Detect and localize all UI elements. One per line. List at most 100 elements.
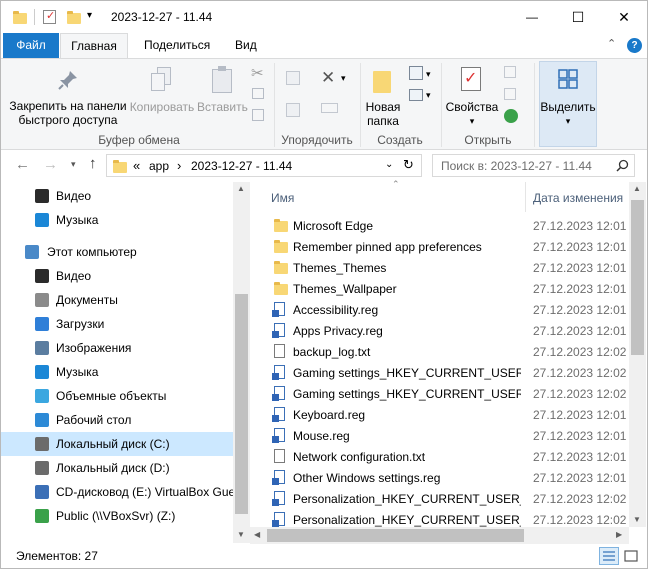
file-scroll-thumb[interactable] [631,200,644,355]
open-icon[interactable] [504,66,516,78]
easy-access-icon[interactable] [409,89,423,101]
maximize-button[interactable]: ☐ [555,1,601,33]
navigation-pane: Видео Музыка Этот компьютер Видео Документы З… [1,182,250,543]
file-row[interactable]: Gaming settings_HKEY_CURRENT_USER_... 27.… [263,362,629,383]
column-date[interactable]: Дата изменения [533,191,623,205]
details-view-button[interactable] [599,547,619,565]
file-row[interactable]: Remember pinned app preferences 27.12.202… [263,236,629,257]
collapse-ribbon-icon[interactable]: ⌃ [607,37,616,50]
copy-button[interactable]: Копировать [128,100,196,114]
file-vertical-scrollbar[interactable]: ▲ ▼ [629,182,646,527]
file-name: Network configuration.txt [293,450,426,464]
address-dropdown-icon[interactable]: ⌄ [385,159,393,170]
sidebar-item-label: Локальный диск (C:) [56,437,170,451]
folder-icon [274,219,288,232]
file-row[interactable]: Personalization_HKEY_CURRENT_USER_S... 27… [263,488,629,509]
divider [34,9,35,25]
breadcrumb-app[interactable]: app [149,159,169,173]
file-row[interactable]: Apps Privacy.reg 27.12.2023 12:01 [263,320,629,341]
sidebar-item[interactable]: Загрузки [1,312,233,336]
search-input[interactable]: Поиск в: 2023-12-27 - 11.44 [432,154,635,177]
minimize-button[interactable]: — [509,1,555,33]
sidebar-item-label: Видео [56,189,92,203]
new-item-icon[interactable] [409,66,423,80]
sidebar-item[interactable]: Документы [1,288,233,312]
address-bar[interactable]: « app › 2023-12-27 - 11.44 ⌄ ↻ [106,154,422,177]
sidebar-item[interactable]: Этот компьютер [1,240,233,264]
edit-icon[interactable] [504,88,516,100]
file-row[interactable]: Keyboard.reg 27.12.2023 12:01 [263,404,629,425]
chevron-down-icon[interactable]: ▾ [87,10,92,21]
new-folder-icon [373,71,391,93]
easy-access-dropdown-icon[interactable]: ▾ [426,90,431,101]
sidebar-item[interactable]: Видео [1,264,233,288]
large-icons-view-button[interactable] [623,548,639,564]
file-row[interactable]: Microsoft Edge 27.12.2023 12:01 [263,215,629,236]
copy-path-icon[interactable] [252,88,264,99]
scroll-left-icon[interactable]: ◀ [254,530,260,539]
file-horizontal-scrollbar[interactable]: ◀ ▶ [250,527,629,544]
sidebar-item[interactable]: Музыка [1,360,233,384]
sidebar-item[interactable]: Изображения [1,336,233,360]
breadcrumb-overflow[interactable]: « [133,158,140,173]
scroll-down-icon[interactable]: ▼ [633,515,641,524]
properties-quick-icon[interactable]: ✓ [43,10,56,24]
sidebar-item[interactable]: CD-дисковод (E:) VirtualBox Gues [1,480,241,504]
new-item-dropdown-icon[interactable]: ▾ [426,69,431,80]
nav-scroll-thumb[interactable] [235,294,248,514]
sidebar-item[interactable]: Public (\\VBoxSvr) (Z:) [1,504,233,528]
new-folder-quick-icon[interactable] [67,11,81,24]
file-row[interactable]: Other Windows settings.reg 27.12.2023 12:… [263,467,629,488]
scroll-up-icon[interactable]: ▲ [633,184,641,193]
file-row[interactable]: Gaming settings_HKEY_CURRENT_USER_... 27.… [263,383,629,404]
column-name[interactable]: Имя [271,191,294,205]
drive-icon [35,461,49,475]
scroll-right-icon[interactable]: ▶ [616,530,622,539]
scroll-down-icon[interactable]: ▼ [237,530,245,539]
nav-scrollbar[interactable]: ▲ ▼ [233,182,250,543]
paste-button[interactable]: Вставить [197,100,248,114]
pin-quick-access-button[interactable]: Закрепить на панели быстрого доступа [7,99,129,127]
refresh-icon[interactable]: ↻ [403,157,414,173]
help-icon[interactable]: ? [627,38,642,53]
close-button[interactable]: ✕ [601,1,647,33]
forward-button[interactable]: → [43,156,58,173]
back-button[interactable]: ← [15,156,30,173]
scroll-up-icon[interactable]: ▲ [237,184,245,193]
up-button[interactable]: ↑ [89,155,97,172]
file-row[interactable]: backup_log.txt 27.12.2023 12:02 [263,341,629,362]
copy-to-icon[interactable] [286,103,300,117]
sidebar-item[interactable]: Локальный диск (D:) [1,456,233,480]
properties-icon: ✓ [461,67,481,91]
computer-icon [25,245,39,259]
h-scroll-thumb[interactable] [267,529,524,542]
properties-button[interactable]: Свойства ▾ [445,100,499,128]
cut-icon[interactable]: ✂ [251,64,264,82]
tab-share[interactable]: Поделиться [134,33,220,58]
sidebar-item[interactable]: Рабочий стол [1,408,233,432]
column-divider[interactable] [525,182,526,212]
recent-locations-icon[interactable]: ▾ [71,159,76,170]
paste-shortcut-icon[interactable] [252,109,264,121]
rename-icon[interactable] [321,103,338,113]
move-to-icon[interactable] [286,71,300,85]
file-row[interactable]: Themes_Wallpaper 27.12.2023 12:01 [263,278,629,299]
sidebar-item[interactable]: Объемные объекты [1,384,233,408]
sidebar-item[interactable]: Музыка [1,208,233,232]
breadcrumb-current[interactable]: 2023-12-27 - 11.44 [191,159,292,173]
history-icon[interactable] [504,109,518,123]
file-row[interactable]: Accessibility.reg 27.12.2023 12:01 [263,299,629,320]
tab-home[interactable]: Главная [60,33,128,59]
sidebar-item[interactable]: Видео [1,184,233,208]
breadcrumb-separator[interactable]: › [177,158,181,173]
file-row[interactable]: Mouse.reg 27.12.2023 12:01 [263,425,629,446]
new-folder-button[interactable]: Новая папка [363,100,403,128]
delete-icon[interactable]: ✕ [321,68,335,88]
delete-dropdown-icon[interactable]: ▾ [341,73,346,84]
sidebar-item[interactable]: Локальный диск (C:) [1,432,233,456]
tab-file[interactable]: Файл [3,33,59,58]
copy-icon [151,67,173,95]
tab-view[interactable]: Вид [225,33,267,58]
file-row[interactable]: Network configuration.txt 27.12.2023 12:0… [263,446,629,467]
file-row[interactable]: Themes_Themes 27.12.2023 12:01 [263,257,629,278]
